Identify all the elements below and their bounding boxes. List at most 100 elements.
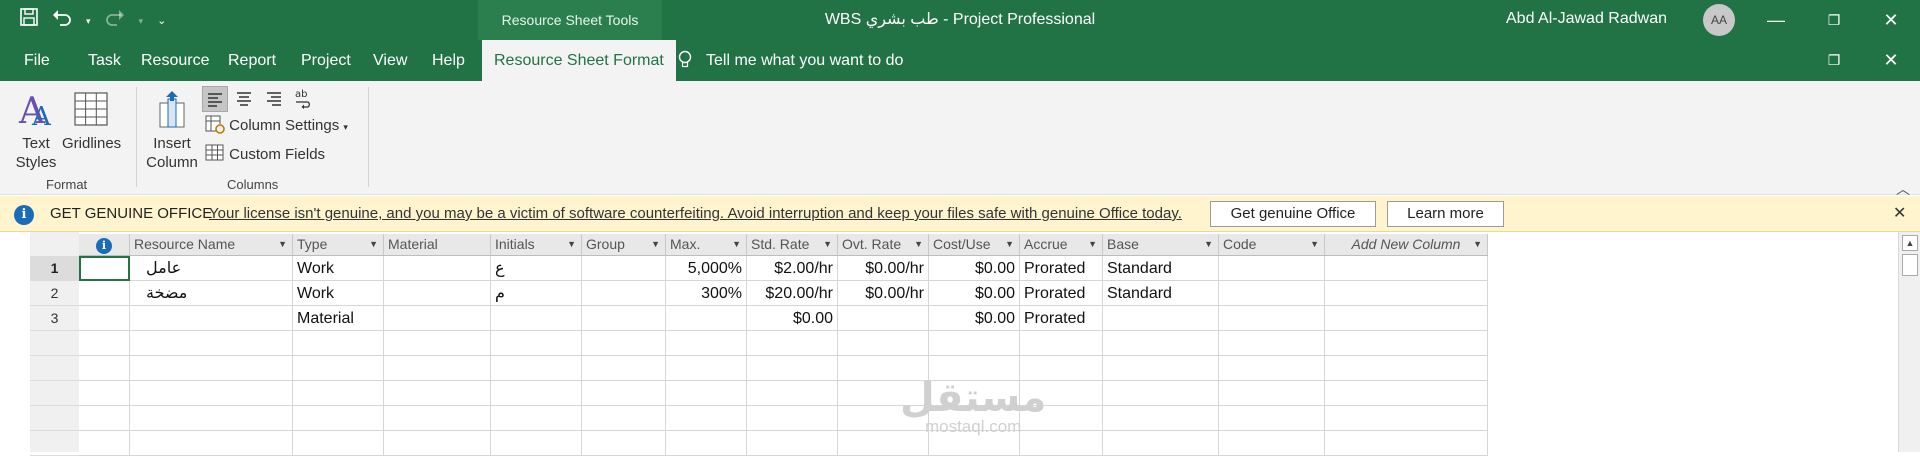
table-cell[interactable]: مضخة xyxy=(130,281,293,306)
empty-cell[interactable] xyxy=(491,331,582,356)
row-number[interactable] xyxy=(30,406,79,431)
empty-cell[interactable] xyxy=(666,331,747,356)
empty-cell[interactable] xyxy=(384,381,491,406)
empty-cell[interactable] xyxy=(79,356,130,381)
empty-cell[interactable] xyxy=(1103,406,1219,431)
table-cell[interactable]: $0.00 xyxy=(747,306,838,331)
empty-cell[interactable] xyxy=(1020,331,1103,356)
user-name[interactable]: Abd Al-Jawad Radwan xyxy=(1506,10,1667,28)
column-header-initials[interactable]: Initials ▼ xyxy=(491,234,582,256)
empty-cell[interactable] xyxy=(130,381,293,406)
empty-cell[interactable] xyxy=(293,331,384,356)
empty-cell[interactable] xyxy=(666,381,747,406)
empty-cell[interactable] xyxy=(1219,331,1325,356)
empty-cell[interactable] xyxy=(384,406,491,431)
empty-cell[interactable] xyxy=(747,381,838,406)
column-header-cost-use[interactable]: Cost/Use ▼ xyxy=(929,234,1020,256)
empty-cell[interactable] xyxy=(747,331,838,356)
scrollbar-thumb[interactable] xyxy=(1902,254,1918,276)
column-header-base[interactable]: Base ▼ xyxy=(1103,234,1219,256)
empty-cell[interactable] xyxy=(1103,331,1219,356)
chevron-down-icon[interactable]: ▼ xyxy=(278,234,287,255)
minimize-icon[interactable]: — xyxy=(1748,0,1804,40)
table-cell[interactable]: $20.00/hr xyxy=(747,281,838,306)
redo-icon[interactable] xyxy=(105,8,125,33)
table-cell[interactable] xyxy=(666,306,747,331)
table-cell[interactable]: ع xyxy=(491,256,582,281)
empty-cell[interactable] xyxy=(79,406,130,431)
row-number[interactable] xyxy=(30,431,79,456)
chevron-down-icon[interactable]: ▼ xyxy=(1310,234,1319,255)
empty-cell[interactable] xyxy=(582,431,666,456)
table-cell[interactable]: Prorated xyxy=(1020,306,1103,331)
table-cell[interactable] xyxy=(1325,306,1488,331)
empty-cell[interactable] xyxy=(666,356,747,381)
tab-resource[interactable]: Resource xyxy=(141,40,209,81)
chevron-down-icon[interactable]: ▼ xyxy=(732,234,741,255)
empty-cell[interactable] xyxy=(929,331,1020,356)
genuine-message-link[interactable]: Your license isn't genuine, and you may … xyxy=(209,205,1182,222)
table-cell[interactable] xyxy=(79,306,130,331)
table-cell[interactable] xyxy=(1219,281,1325,306)
empty-cell[interactable] xyxy=(79,431,130,456)
empty-cell[interactable] xyxy=(582,331,666,356)
row-number[interactable] xyxy=(30,356,79,381)
empty-cell[interactable] xyxy=(491,356,582,381)
table-cell[interactable] xyxy=(79,256,130,281)
table-cell[interactable] xyxy=(1103,306,1219,331)
text-styles-button[interactable]: A A Text Styles xyxy=(12,89,60,172)
chevron-down-icon[interactable]: ▼ xyxy=(823,234,832,255)
column-header-std-rate[interactable]: Std. Rate ▼ xyxy=(747,234,838,256)
table-cell[interactable]: م xyxy=(491,281,582,306)
empty-cell[interactable] xyxy=(747,356,838,381)
column-header-accrue[interactable]: Accrue ▼ xyxy=(1020,234,1103,256)
table-cell[interactable] xyxy=(1325,256,1488,281)
empty-cell[interactable] xyxy=(79,331,130,356)
empty-cell[interactable] xyxy=(838,331,929,356)
scroll-up-icon[interactable]: ▲ xyxy=(1902,235,1918,251)
row-number[interactable] xyxy=(30,381,79,406)
align-left-button[interactable] xyxy=(202,86,228,112)
table-cell[interactable] xyxy=(130,306,293,331)
table-cell[interactable]: $0.00/hr xyxy=(838,281,929,306)
chevron-down-icon[interactable]: ▼ xyxy=(1005,234,1014,255)
empty-cell[interactable] xyxy=(293,431,384,456)
align-right-button[interactable] xyxy=(262,86,288,112)
empty-cell[interactable] xyxy=(1103,356,1219,381)
empty-cell[interactable] xyxy=(582,381,666,406)
empty-cell[interactable] xyxy=(1325,431,1488,456)
empty-cell[interactable] xyxy=(384,356,491,381)
ribbon-close-icon[interactable]: ✕ xyxy=(1863,40,1919,80)
empty-cell[interactable] xyxy=(491,381,582,406)
custom-fields-button[interactable]: Custom Fields xyxy=(205,143,325,163)
table-cell[interactable] xyxy=(582,281,666,306)
empty-cell[interactable] xyxy=(1103,431,1219,456)
table-cell[interactable] xyxy=(384,281,491,306)
customize-qat-icon[interactable]: ⌄ xyxy=(157,10,166,32)
chevron-down-icon[interactable]: ▼ xyxy=(651,234,660,255)
tab-file[interactable]: File xyxy=(24,40,50,81)
table-cell[interactable]: Prorated xyxy=(1020,256,1103,281)
close-icon[interactable]: ✕ xyxy=(1893,203,1906,223)
tab-view[interactable]: View xyxy=(373,40,407,81)
table-cell[interactable] xyxy=(491,306,582,331)
chevron-down-icon[interactable]: ▼ xyxy=(1204,234,1213,255)
table-cell[interactable] xyxy=(79,281,130,306)
empty-cell[interactable] xyxy=(130,331,293,356)
empty-cell[interactable] xyxy=(1325,356,1488,381)
tab-report[interactable]: Report xyxy=(228,40,276,81)
empty-cell[interactable] xyxy=(491,431,582,456)
table-cell[interactable]: Material xyxy=(293,306,384,331)
empty-cell[interactable] xyxy=(1325,331,1488,356)
undo-dropdown-icon[interactable]: ▾ xyxy=(86,10,91,32)
table-cell[interactable]: $0.00 xyxy=(929,281,1020,306)
chevron-down-icon[interactable]: ▼ xyxy=(914,234,923,255)
empty-cell[interactable] xyxy=(666,406,747,431)
learn-more-button[interactable]: Learn more xyxy=(1387,201,1504,227)
chevron-down-icon[interactable]: ▼ xyxy=(1473,234,1482,255)
empty-cell[interactable] xyxy=(130,431,293,456)
empty-cell[interactable] xyxy=(491,406,582,431)
empty-cell[interactable] xyxy=(1103,381,1219,406)
align-center-button[interactable] xyxy=(232,86,258,112)
table-cell[interactable] xyxy=(384,256,491,281)
